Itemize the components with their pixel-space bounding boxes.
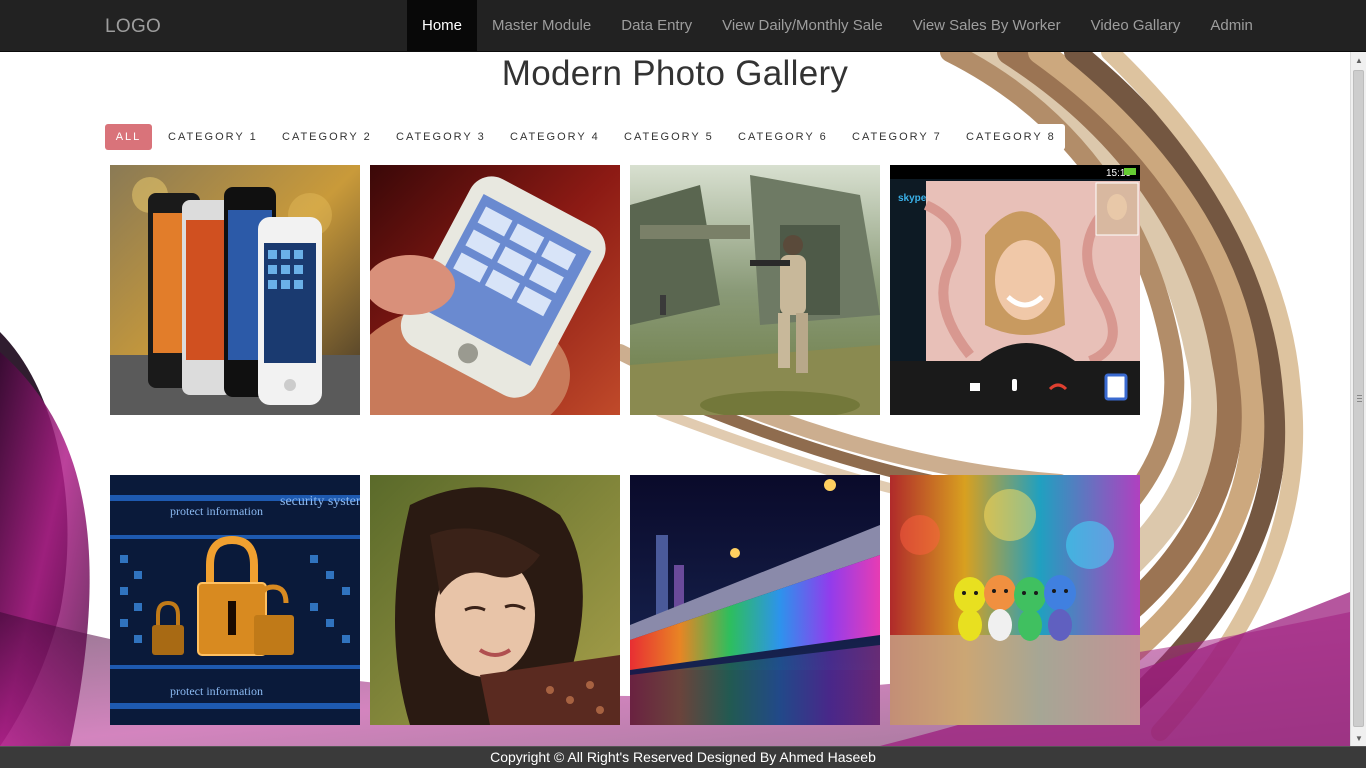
gallery-item-toys[interactable] (890, 475, 1140, 725)
svg-text:security system: security system (280, 494, 360, 509)
page-title: Modern Photo Gallery (501, 54, 849, 93)
gallery-item-portrait[interactable] (370, 475, 620, 725)
svg-text:protect information: protect information (170, 504, 263, 518)
scroll-grip-icon (1357, 395, 1362, 402)
page-scrollbar[interactable]: ▲ ▼ (1350, 52, 1366, 746)
gallery-item-video-call[interactable]: 15:19 skype (890, 165, 1140, 415)
scroll-thumb[interactable] (1353, 70, 1364, 727)
category-filter-bar: ALL CATEGORY 1 CATEGORY 2 CATEGORY 3 CAT… (105, 124, 1065, 150)
security-padlock-photo: protect information security system prot… (110, 475, 360, 725)
video-call-woman-photo: 15:19 skype (890, 165, 1140, 415)
logo[interactable]: LOGO (105, 16, 161, 38)
footer-copyright: Copyright © All Right's Reserved Designe… (0, 746, 1366, 768)
game-soldier-ruins-photo (630, 165, 880, 415)
gallery-item-game-scene[interactable] (630, 165, 880, 415)
nav-item-home[interactable]: Home (407, 0, 478, 51)
nav-item-video-gallary[interactable]: Video Gallary (1076, 0, 1196, 51)
filter-category-7-button[interactable]: CATEGORY 7 (836, 124, 950, 150)
filter-all-button[interactable]: ALL (105, 124, 152, 150)
svg-text:protect information: protect information (170, 684, 263, 698)
gallery-item-security[interactable]: protect information security system prot… (110, 475, 360, 725)
nav-menu: Home Master Module Data Entry View Daily… (407, 0, 1268, 51)
gallery-item-smartphones[interactable] (110, 165, 360, 415)
scroll-down-arrow-icon[interactable]: ▼ (1351, 730, 1366, 746)
hand-holding-phone-photo (370, 165, 620, 415)
gallery-item-hand-phone[interactable] (370, 165, 620, 415)
nav-item-master-module[interactable]: Master Module (477, 0, 606, 51)
filter-category-3-button[interactable]: CATEGORY 3 (380, 124, 494, 150)
filter-category-1-button[interactable]: CATEGORY 1 (152, 124, 266, 150)
nav-item-admin[interactable]: Admin (1195, 0, 1268, 51)
filter-category-6-button[interactable]: CATEGORY 6 (722, 124, 836, 150)
filter-category-2-button[interactable]: CATEGORY 2 (266, 124, 380, 150)
nav-item-data-entry[interactable]: Data Entry (606, 0, 707, 51)
top-navbar: LOGO Home Master Module Data Entry View … (0, 0, 1366, 52)
nav-item-view-sales-by-worker[interactable]: View Sales By Worker (898, 0, 1076, 51)
filter-category-4-button[interactable]: CATEGORY 4 (494, 124, 608, 150)
girl-portrait-photo (370, 475, 620, 725)
filter-category-8-button[interactable]: CATEGORY 8 (950, 124, 1054, 150)
scroll-up-arrow-icon[interactable]: ▲ (1351, 52, 1366, 68)
gallery-item-rainbow-bridge[interactable] (630, 475, 880, 725)
svg-text:skype: skype (898, 193, 927, 204)
colorful-toys-photo (890, 475, 1140, 725)
filter-category-5-button[interactable]: CATEGORY 5 (608, 124, 722, 150)
smartphones-lineup-photo (110, 165, 360, 415)
rainbow-bridge-fountain-photo (630, 475, 880, 725)
nav-item-view-daily-monthly-sale[interactable]: View Daily/Monthly Sale (707, 0, 898, 51)
